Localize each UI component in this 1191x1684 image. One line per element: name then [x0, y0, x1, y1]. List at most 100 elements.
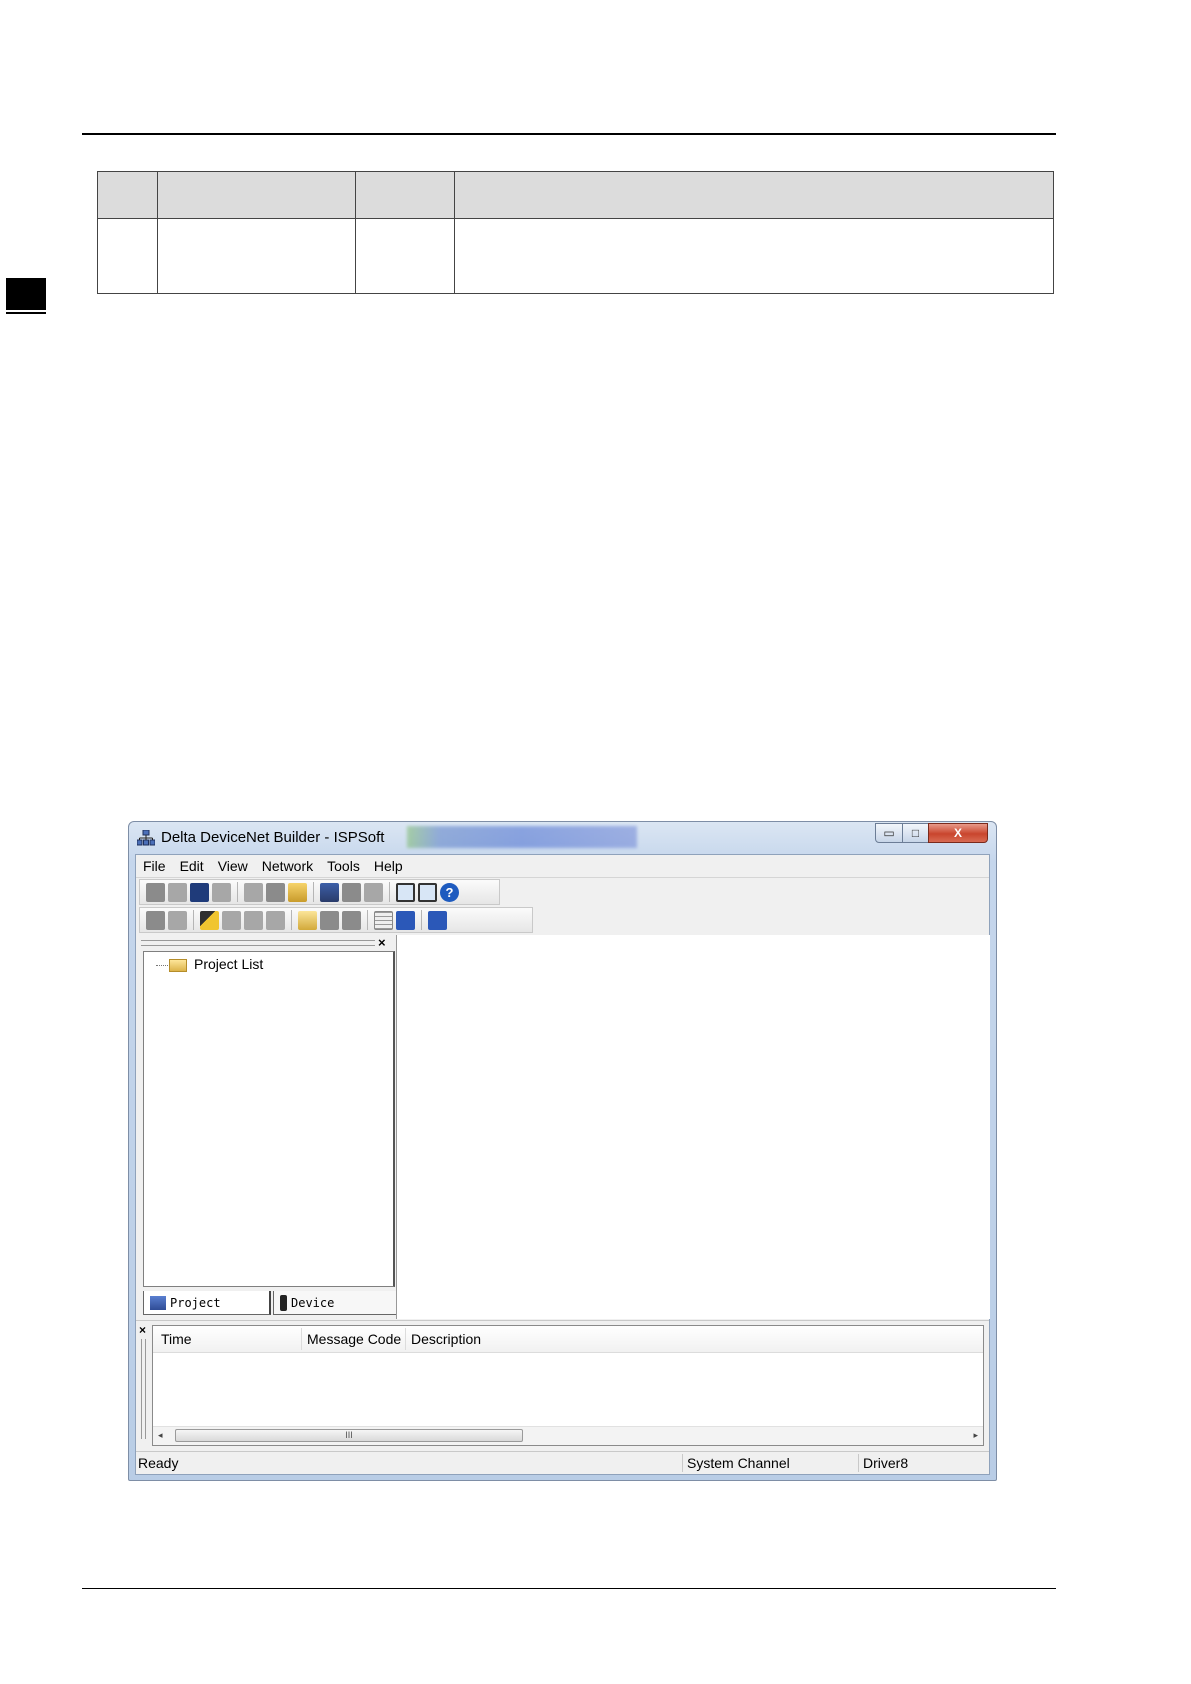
maximize-button[interactable]: □: [902, 823, 929, 843]
menu-tools[interactable]: Tools: [320, 858, 367, 874]
print-icon[interactable]: [364, 882, 383, 902]
compare-icon[interactable]: [266, 910, 285, 930]
status-bar: Ready System Channel Driver8: [136, 1451, 989, 1474]
table-cell: [454, 218, 1054, 294]
menu-file[interactable]: File: [136, 858, 173, 874]
workspace-area[interactable]: [396, 935, 990, 1319]
chapter-tab-marker: [6, 278, 46, 310]
save-icon[interactable]: [190, 882, 209, 902]
cut-icon[interactable]: [244, 882, 263, 902]
toolbar-separator: [313, 882, 314, 902]
title-bar[interactable]: Delta DeviceNet Builder - ISPSoft ▭ □ X: [129, 822, 996, 852]
minimize-button[interactable]: ▭: [875, 823, 903, 843]
status-channel: System Channel: [687, 1455, 790, 1471]
status-divider: [682, 1454, 683, 1472]
column-divider[interactable]: [405, 1328, 406, 1350]
save-all-icon[interactable]: [212, 882, 231, 902]
horizontal-scrollbar[interactable]: ◂ III ▸: [153, 1426, 983, 1445]
new-file-icon[interactable]: [146, 882, 165, 902]
minimize-icon: ▭: [883, 826, 895, 840]
specification-table: [97, 171, 1054, 294]
table-header-cell: [97, 171, 158, 219]
document-icon[interactable]: [342, 882, 361, 902]
download-icon[interactable]: [320, 882, 339, 902]
open-folder-icon[interactable]: [168, 882, 187, 902]
folder-icon: [169, 959, 187, 972]
table-row: [97, 218, 1054, 294]
app-window: Delta DeviceNet Builder - ISPSoft ▭ □ X …: [128, 821, 997, 1481]
menu-edit[interactable]: Edit: [173, 858, 211, 874]
device-info-icon[interactable]: [342, 910, 361, 930]
offline-icon[interactable]: [168, 910, 187, 930]
network-toolbar: [139, 907, 533, 933]
status-driver: Driver8: [863, 1455, 909, 1471]
project-icon: [150, 1295, 166, 1310]
column-divider[interactable]: [301, 1328, 302, 1350]
toolbar-separator: [291, 910, 292, 930]
table-cell: [97, 218, 158, 294]
tree-connector: [156, 965, 170, 966]
export-icon[interactable]: [320, 910, 339, 930]
message-pane-close-icon[interactable]: ×: [139, 1323, 146, 1337]
help-icon[interactable]: ?: [440, 882, 459, 902]
copy-icon[interactable]: [266, 882, 285, 902]
open-config-icon[interactable]: [298, 910, 317, 930]
maximize-icon: □: [911, 826, 920, 840]
download-network-icon[interactable]: [244, 910, 263, 930]
window-client-area: File Edit View Network Tools Help ? × Pr…: [135, 854, 990, 1475]
scroll-thumb[interactable]: III: [175, 1429, 523, 1442]
status-divider: [858, 1454, 859, 1472]
table-cell: [355, 218, 455, 294]
divide-icon[interactable]: [396, 910, 415, 930]
table-header-row: [97, 171, 1054, 219]
device-icon: [280, 1294, 287, 1311]
message-pane-grip[interactable]: [141, 1339, 146, 1439]
column-header-description[interactable]: Description: [411, 1331, 481, 1347]
pane-drag-handle[interactable]: [141, 940, 375, 946]
table-header-cell: [355, 171, 455, 219]
toolbar-separator: [237, 882, 238, 902]
close-button[interactable]: X: [928, 823, 988, 843]
toolbar-separator: [367, 910, 368, 930]
project-pane: × Project List Project Device: [139, 935, 398, 1362]
status-ready: Ready: [138, 1455, 179, 1471]
column-header-message-code[interactable]: Message Code: [307, 1331, 401, 1347]
menu-network[interactable]: Network: [255, 858, 320, 874]
paste-icon[interactable]: [288, 882, 307, 902]
scan-network-icon[interactable]: [200, 910, 219, 930]
io-table-icon[interactable]: [374, 910, 393, 930]
scroll-left-icon[interactable]: ◂: [158, 1430, 163, 1441]
tree-node-project-list[interactable]: Project List: [194, 956, 263, 972]
window-title: Delta DeviceNet Builder - ISPSoft: [161, 829, 385, 846]
footer-rule: [82, 1588, 1056, 1589]
message-list-header: Time Message Code Description: [153, 1326, 983, 1353]
pane-close-icon[interactable]: ×: [378, 935, 386, 950]
menu-view[interactable]: View: [211, 858, 255, 874]
window-view-icon[interactable]: [396, 882, 415, 902]
chapter-tab-underline: [6, 312, 46, 314]
scroll-grip-icon: III: [345, 1430, 353, 1440]
tab-device-label: Device: [291, 1295, 335, 1310]
column-header-time[interactable]: Time: [161, 1331, 192, 1347]
header-rule: [82, 133, 1056, 135]
project-tree: Project List: [143, 951, 395, 1287]
title-bar-overlay: [407, 826, 637, 848]
message-pane: × Time Message Code Description ◂ III ▸: [136, 1320, 989, 1447]
scroll-right-icon[interactable]: ▸: [973, 1430, 978, 1441]
tab-project-label: Project: [170, 1295, 221, 1310]
upload-icon[interactable]: [222, 910, 241, 930]
table-header-cell: [157, 171, 356, 219]
tab-device[interactable]: Device: [273, 1291, 398, 1315]
tab-project[interactable]: Project: [143, 1291, 271, 1315]
menu-help[interactable]: Help: [367, 858, 410, 874]
refresh-icon[interactable]: [428, 910, 447, 930]
table-header-cell: [454, 171, 1054, 219]
toolbar-separator: [421, 910, 422, 930]
close-icon: X: [953, 826, 962, 840]
toolbar-separator: [193, 910, 194, 930]
toolbar-separator: [389, 882, 390, 902]
online-icon[interactable]: [146, 910, 165, 930]
table-cell: [157, 218, 356, 294]
standard-toolbar: ?: [139, 879, 500, 905]
message-view-icon[interactable]: [418, 882, 437, 902]
